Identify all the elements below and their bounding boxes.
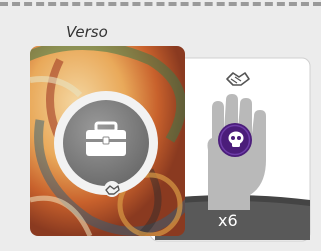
card-preview-panel: Verso x6 <box>0 0 321 251</box>
skull-token-icon <box>218 123 252 157</box>
cards-illustration <box>20 45 311 242</box>
card-back[interactable] <box>20 45 190 236</box>
handshake-icon <box>104 181 120 197</box>
quantity-label: x6 <box>218 211 238 230</box>
